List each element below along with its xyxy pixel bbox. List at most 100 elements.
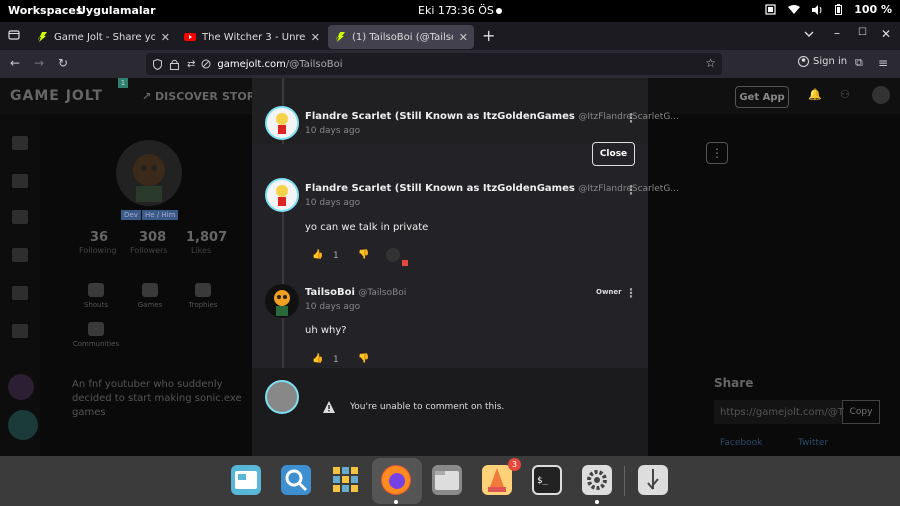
dock-app-terminal[interactable]: $_ — [532, 465, 562, 495]
sidebar-community-avatar[interactable] — [8, 374, 34, 400]
share-twitter[interactable]: Twitter — [798, 438, 828, 448]
comment-options-icon[interactable]: ⋮ — [625, 183, 637, 197]
menu-icon[interactable]: ≡ — [878, 56, 888, 70]
user-avatar[interactable] — [872, 86, 890, 104]
thumbs-down-icon[interactable]: 👎 — [358, 354, 369, 364]
url-text[interactable]: gamejolt.com/@TailsoBoi — [217, 59, 342, 70]
clock-time[interactable]: 3:36 ÖS — [450, 4, 494, 17]
comment-options-icon[interactable]: ⋮ — [625, 111, 637, 125]
tab-gamejolt[interactable]: Game Jolt - Share your crea ✕ — [30, 25, 176, 49]
comment-time[interactable]: 10 days ago — [305, 198, 360, 208]
comment-time[interactable]: 10 days ago — [305, 126, 360, 136]
commenter-name[interactable]: Flandre Scarlet (Still Known as ItzGolde… — [305, 111, 679, 122]
extensions-icon[interactable]: ⧉ — [855, 56, 863, 70]
clock-date[interactable]: Eki 17 — [418, 4, 452, 17]
thumbs-up-icon[interactable]: 👍 — [312, 354, 323, 364]
applications-button[interactable]: Uygulamalar — [77, 4, 156, 17]
share-url-field[interactable]: https://gamejolt.com/@T — [714, 400, 844, 424]
dock-app-usb[interactable] — [638, 465, 668, 495]
dock-app-files[interactable] — [432, 465, 462, 495]
close-button[interactable]: Close — [592, 142, 635, 166]
commenter-avatar[interactable] — [265, 106, 299, 140]
dock-app-settings[interactable] — [582, 465, 612, 495]
communities-label: Communities — [72, 340, 120, 348]
dock-app-grid[interactable] — [331, 465, 361, 495]
permissions-icon[interactable]: ⇄ — [187, 59, 195, 70]
thumbs-up-icon[interactable]: 👍 — [312, 250, 323, 260]
commenter-name[interactable]: Flandre Scarlet (Still Known as ItzGolde… — [305, 183, 679, 194]
screen: Workspaces Uygulamalar Eki 17 3:36 ÖS 10… — [0, 0, 900, 506]
like-count: 1 — [333, 355, 339, 365]
friends-icon[interactable]: ⚇ — [840, 88, 850, 101]
tab-title: (1) TailsoBoi (@TailsoBoi) - — [352, 31, 453, 43]
sidebar-item-library[interactable] — [12, 210, 28, 224]
copy-button[interactable]: Copy — [842, 400, 880, 424]
gamepad-icon — [142, 283, 158, 297]
workspaces-button[interactable]: Workspaces — [8, 4, 82, 17]
notification-dot-icon — [496, 8, 502, 14]
tab-overview-icon[interactable] — [8, 29, 20, 41]
followers-count[interactable]: 308 — [139, 230, 166, 245]
new-tab-icon[interactable]: + — [482, 26, 495, 45]
volume-icon[interactable] — [812, 4, 823, 15]
more-options-icon[interactable]: ⋮ — [706, 142, 728, 164]
bell-icon[interactable]: 🔔 — [808, 88, 822, 101]
system-tray[interactable]: 100 % — [765, 3, 892, 16]
shouts-button[interactable]: Shouts — [76, 283, 116, 309]
share-facebook[interactable]: Facebook — [720, 438, 762, 448]
dock-app-screenshot[interactable] — [231, 465, 261, 495]
maximize-icon[interactable]: ☐ — [858, 27, 867, 38]
sidebar-item-discover[interactable] — [12, 136, 28, 150]
webpage: GAME JOLT 1 ↗ DISCOVER STORE Get App 🔔 ⚇… — [0, 78, 900, 456]
trophies-button[interactable]: Trophies — [183, 283, 223, 309]
trophies-label: Trophies — [188, 301, 218, 309]
commenter-avatar[interactable] — [265, 178, 299, 212]
sidebar-item-games[interactable] — [12, 248, 28, 262]
owner-badge: Owner — [596, 288, 622, 296]
sidebar-item-chat[interactable] — [12, 286, 28, 300]
likes-count[interactable]: 1,807 — [186, 230, 227, 245]
lock-icon[interactable] — [170, 59, 179, 70]
communities-button[interactable]: Communities — [72, 322, 120, 348]
gamejolt-favicon-icon — [334, 31, 346, 43]
bookmark-star-icon[interactable]: ☆ — [705, 56, 716, 70]
sign-in-button[interactable]: Sign in — [798, 56, 847, 67]
nav-discover[interactable]: ↗ DISCOVER — [142, 90, 218, 103]
shield-icon[interactable] — [153, 58, 162, 70]
youtube-favicon-icon — [184, 31, 196, 43]
tab-witcher[interactable]: The Witcher 3 - Unreleased ✕ — [178, 25, 326, 49]
forward-arrow-icon[interactable]: → — [34, 56, 44, 70]
dock-app-firefox[interactable] — [381, 465, 411, 495]
tracking-icon[interactable] — [201, 59, 211, 69]
sidebar-item-store[interactable] — [12, 174, 28, 188]
minimize-icon[interactable]: – — [834, 26, 840, 40]
get-app-button[interactable]: Get App — [735, 86, 789, 108]
sidebar-item-communities[interactable] — [12, 324, 28, 338]
chevron-down-icon[interactable] — [804, 31, 814, 38]
gamejolt-logo[interactable]: GAME JOLT — [10, 88, 103, 104]
following-count[interactable]: 36 — [90, 230, 108, 245]
close-icon[interactable]: ✕ — [311, 31, 320, 44]
commenter-avatar[interactable] — [265, 284, 299, 318]
battery-percent: 100 % — [854, 3, 892, 16]
url-bar[interactable]: ⇄ gamejolt.com/@TailsoBoi ☆ — [146, 53, 722, 75]
games-button[interactable]: Games — [130, 283, 170, 309]
browser-tab-bar: Game Jolt - Share your crea ✕ The Witche… — [0, 22, 900, 50]
comment-time[interactable]: 10 days ago — [305, 302, 360, 312]
window-close-icon[interactable]: ✕ — [881, 27, 891, 41]
reload-icon[interactable]: ↻ — [58, 56, 68, 70]
battery-icon[interactable] — [835, 4, 843, 15]
commenter-name[interactable]: TailsoBoi @TailsoBoi — [305, 287, 406, 298]
clipboard-icon[interactable] — [765, 4, 776, 15]
tab-tailsoboi[interactable]: (1) TailsoBoi (@TailsoBoi) - ✕ — [328, 25, 474, 49]
dock-app-search[interactable] — [281, 465, 311, 495]
wifi-icon[interactable] — [788, 4, 801, 15]
left-sidebar — [0, 114, 40, 456]
close-icon[interactable]: ✕ — [161, 31, 170, 44]
thumbs-down-icon[interactable]: 👎 — [358, 250, 369, 260]
close-icon[interactable]: ✕ — [459, 31, 468, 44]
back-arrow-icon[interactable]: ← — [10, 56, 20, 70]
dock-app-store[interactable] — [482, 465, 512, 495]
sidebar-community-avatar[interactable] — [8, 410, 38, 440]
comment-options-icon[interactable]: ⋮ — [625, 286, 637, 300]
